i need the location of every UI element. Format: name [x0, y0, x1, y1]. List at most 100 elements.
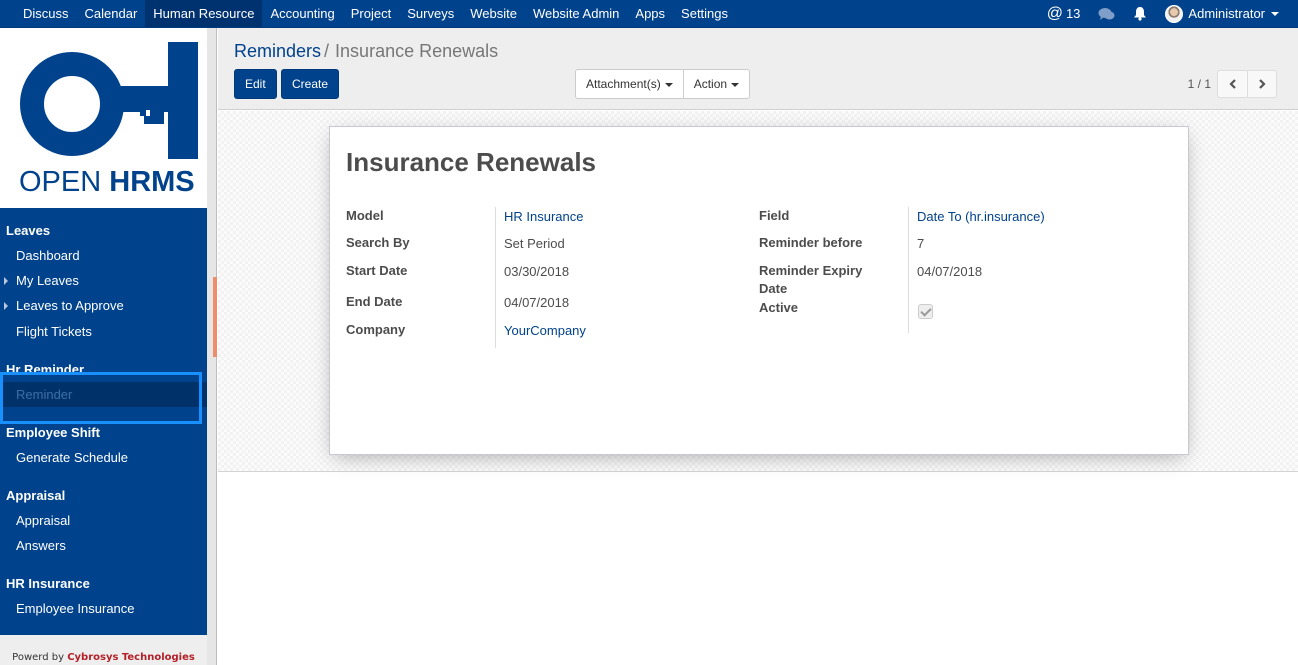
user-menu[interactable]: Administrator [1156, 4, 1288, 23]
sidebar-section-hr-reminder: Hr Reminder [6, 362, 85, 377]
model-value-link[interactable]: HR Insurance [504, 208, 583, 226]
sidebar-item-label: Appraisal [16, 513, 71, 528]
logo-text: OPEN HRMS [19, 166, 195, 199]
sidebar-actions: Attachment(s) Action [575, 69, 751, 99]
notifications-button[interactable] [1124, 6, 1156, 21]
attachments-label: Attachment(s) [586, 77, 661, 91]
field-value: 03/30/2018 [504, 264, 570, 279]
menu-project[interactable]: Project [343, 0, 399, 27]
logo-text-light: OPEN [19, 166, 110, 198]
company-value-link[interactable]: YourCompany [504, 322, 586, 340]
caret-down-icon [1271, 11, 1279, 16]
caret-down-icon [664, 82, 673, 87]
pager-value[interactable]: 1 / 1 [1188, 77, 1211, 91]
logo-text-bold: HRMS [109, 166, 195, 198]
bell-icon [1134, 7, 1147, 21]
messages-button[interactable] [1089, 7, 1124, 21]
caret-right-icon [4, 302, 8, 310]
sidebar-item-label: Dashboard [16, 248, 80, 263]
field-label: Start Date [346, 263, 408, 278]
field-value: Set Period [504, 236, 565, 251]
pager-nav [1217, 70, 1277, 98]
label-line: Date [759, 281, 788, 296]
avatar [1165, 4, 1184, 23]
group-divider [495, 207, 496, 348]
field-value: 04/07/2018 [917, 264, 983, 279]
pager: 1 / 1 [1188, 69, 1277, 99]
menu-settings[interactable]: Settings [673, 0, 736, 27]
edit-button[interactable]: Edit [234, 69, 277, 99]
pager-previous-button[interactable] [1218, 71, 1247, 97]
sidebar-item-leaves-to-approve[interactable]: Leaves to Approve [0, 293, 207, 318]
sidebar-item-label: My Leaves [16, 273, 79, 288]
user-name: Administrator [1188, 6, 1265, 21]
systray: @ 13 Administrator [1038, 0, 1298, 27]
sidebar-section-employee-shift: Employee Shift [6, 425, 100, 440]
record-title: Insurance Renewals [346, 147, 596, 177]
mentions-count: 13 [1065, 6, 1081, 21]
action-dropdown[interactable]: Action [682, 70, 749, 98]
menu-calendar[interactable]: Calendar [77, 0, 146, 27]
menu-accounting[interactable]: Accounting [262, 0, 342, 27]
field-label: Active [759, 300, 799, 315]
menu-website[interactable]: Website [462, 0, 525, 27]
sidebar-item-employee-insurance[interactable]: Employee Insurance [0, 596, 207, 621]
sidebar-item-generate-schedule[interactable]: Generate Schedule [0, 445, 207, 470]
field-label: Company [346, 322, 406, 337]
sidebar-item-label: Employee Insurance [16, 601, 135, 616]
sidebar-item-label: Generate Schedule [16, 450, 129, 465]
open-hrms-logo[interactable]: OPEN HRMS [0, 28, 207, 208]
breadcrumb-separator: / [324, 41, 330, 61]
chevron-right-icon [1259, 79, 1266, 89]
action-label: Action [693, 77, 728, 91]
breadcrumb-current: Insurance Renewals [335, 41, 499, 61]
chevron-left-icon [1228, 79, 1236, 89]
breadcrumb-reminders[interactable]: Reminders [234, 41, 321, 61]
sidebar-menu: Manage Attendances Leaves Dashboard My L… [0, 188, 207, 621]
sidebar-item-label: Flight Tickets [16, 324, 92, 339]
sidebar-scrollbar[interactable] [207, 28, 217, 665]
sidebar-item-label: Answers [16, 538, 66, 553]
group-divider [908, 207, 909, 333]
field-value-link[interactable]: Date To (hr.insurance) [917, 208, 1045, 226]
chat-bubbles-icon [1098, 7, 1115, 20]
menu-surveys[interactable]: Surveys [399, 0, 462, 27]
mentions-button[interactable]: @ 13 [1038, 5, 1090, 23]
sidebar-item-reminder[interactable]: Reminder [0, 382, 207, 407]
sidebar-item-label: Reminder [16, 387, 73, 402]
sidebar-item-dashboard[interactable]: Dashboard [0, 243, 207, 268]
sidebar-item-my-leaves[interactable]: My Leaves [0, 268, 207, 293]
sidebar: Manage Attendances Leaves Dashboard My L… [0, 28, 207, 665]
sidebar-item-flight-tickets[interactable]: Flight Tickets [0, 319, 207, 344]
powered-by-brand[interactable]: Cybrosys Technologies [67, 652, 195, 663]
sidebar-item-appraisal[interactable]: Appraisal [0, 508, 207, 533]
at-icon: @ [1046, 4, 1063, 22]
caret-right-icon [4, 277, 8, 285]
sidebar-item-label: Leaves to Approve [16, 298, 124, 313]
key-logo-icon [20, 42, 198, 159]
sidebar-section-appraisal: Appraisal [6, 488, 66, 503]
pager-next-button[interactable] [1247, 71, 1276, 97]
menu-apps[interactable]: Apps [627, 0, 673, 27]
field-value: 7 [917, 236, 925, 251]
powered-by: Powerd by Cybrosys Technologies [0, 635, 207, 665]
label-line: Reminder Expiry [759, 263, 863, 278]
menu-website-admin[interactable]: Website Admin [525, 0, 627, 27]
create-button[interactable]: Create [281, 69, 340, 99]
form-sheet: Insurance Renewals Model HR Insurance Se… [329, 126, 1189, 455]
sidebar-item-answers[interactable]: Answers [0, 533, 207, 558]
top-navbar: Discuss Calendar Human Resource Accounti… [0, 0, 1298, 28]
app-menu: Discuss Calendar Human Resource Accounti… [0, 0, 736, 27]
active-checkbox[interactable] [918, 304, 933, 319]
menu-discuss[interactable]: Discuss [15, 0, 77, 27]
breadcrumb: Reminders / Insurance Renewals [234, 41, 498, 62]
field-value: 04/07/2018 [504, 295, 570, 310]
scrollbar-thumb[interactable] [213, 277, 217, 357]
menu-human-resource[interactable]: Human Resource [145, 0, 263, 27]
field-label: Model [346, 208, 384, 223]
powered-by-text: Powerd by [12, 652, 68, 663]
field-label: Field [759, 208, 790, 223]
attachments-dropdown[interactable]: Attachment(s) [576, 70, 683, 98]
caret-down-icon [731, 82, 740, 87]
field-label: Search By [346, 235, 410, 250]
